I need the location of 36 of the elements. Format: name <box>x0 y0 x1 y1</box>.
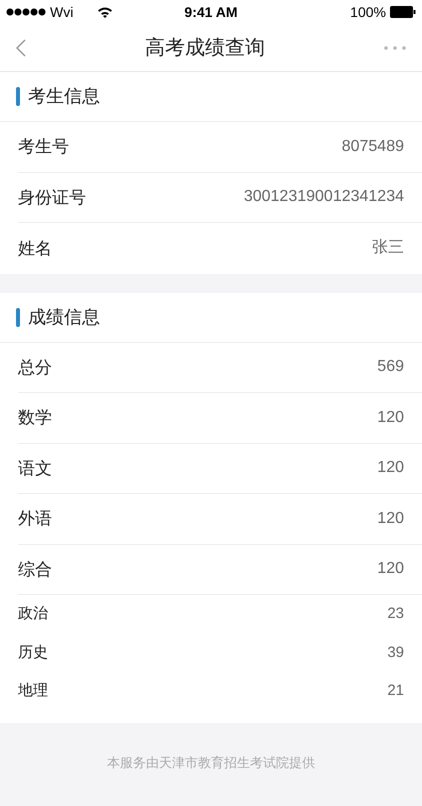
field-value: 张三 <box>372 238 404 258</box>
field-label: 考生号 <box>18 136 69 158</box>
field-value: 120 <box>377 458 404 478</box>
field-label: 政治 <box>18 604 48 624</box>
section-title: 成绩信息 <box>28 306 100 328</box>
field-value: 120 <box>377 408 404 428</box>
field-label: 综合 <box>18 558 52 580</box>
field-value: 8075489 <box>342 136 404 157</box>
battery-percentage: 100% <box>350 2 386 22</box>
field-label: 地理 <box>18 681 48 701</box>
section-marker <box>16 308 20 326</box>
section-title: 考生信息 <box>28 85 100 108</box>
status-time: 9:41 AM <box>184 2 238 22</box>
field-value: 39 <box>387 642 404 662</box>
battery-icon <box>390 6 416 18</box>
field-label: 历史 <box>18 642 48 662</box>
field-label: 身份证号 <box>18 186 86 208</box>
section-marker <box>16 87 20 106</box>
field-value: 569 <box>377 357 404 378</box>
field-value: 120 <box>377 508 404 529</box>
carrier-name: Wvi <box>50 2 74 22</box>
field-label: 数学 <box>18 407 52 429</box>
field-label: 语文 <box>18 458 52 480</box>
field-value: 300123190012341234 <box>244 187 404 208</box>
field-label: 姓名 <box>18 238 52 260</box>
page-title: 高考成绩查询 <box>145 36 265 60</box>
field-value: 23 <box>387 604 404 624</box>
wifi-icon <box>97 6 114 18</box>
field-value: 21 <box>387 681 404 701</box>
footer-note: 本服务由天津市教育招生考试院提供 <box>107 754 315 772</box>
more-icon[interactable] <box>384 46 406 50</box>
field-label: 总分 <box>18 356 52 378</box>
back-icon[interactable] <box>16 38 26 56</box>
signal-icon <box>6 8 46 16</box>
field-label: 外语 <box>18 508 52 530</box>
field-value: 120 <box>377 559 404 580</box>
